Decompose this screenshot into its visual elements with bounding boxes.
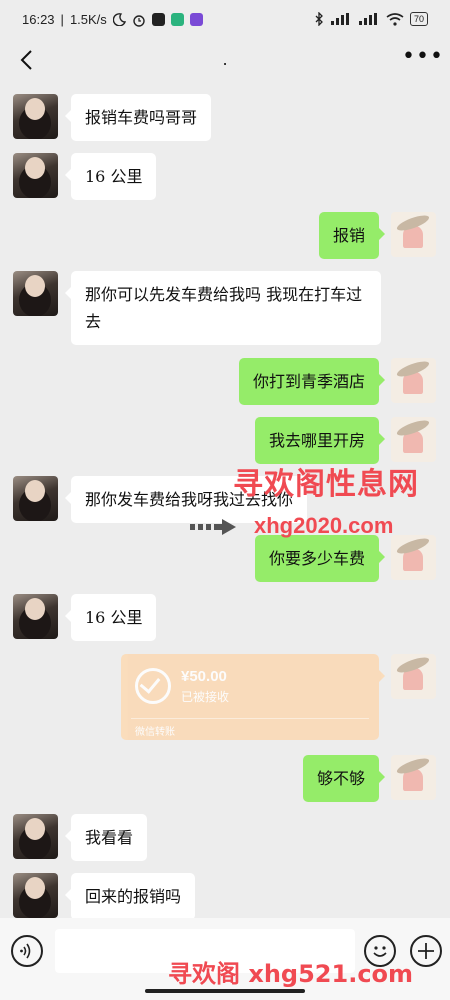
voice-icon[interactable] (11, 935, 43, 967)
more-icon[interactable]: ••• (402, 46, 443, 72)
my-avatar[interactable] (391, 212, 436, 257)
status-time: 16:23 (22, 12, 55, 27)
transfer-status: 已被接收 (181, 690, 230, 704)
divider (131, 718, 369, 719)
message-bubble[interactable]: 那你可以先发车费给我吗 我现在打车过去 (65, 271, 381, 345)
bluetooth-icon (315, 12, 323, 26)
contact-avatar[interactable] (13, 814, 58, 859)
message-bubble[interactable]: 你打到青季酒店 (238, 358, 386, 405)
app-notification-icon (170, 13, 184, 26)
status-left: 16:23 | 1.5K/s (22, 12, 203, 27)
my-avatar[interactable] (391, 417, 436, 462)
contact-avatar[interactable] (13, 594, 58, 639)
transfer-card[interactable]: ¥50.00 已被接收 微信转账 (121, 654, 385, 740)
message-bubble[interactable]: 16 公里 (64, 594, 157, 641)
message-bubble[interactable]: 报销车费吗哥哥 (64, 94, 212, 141)
watermark-text: 寻欢阁 xhg521.com (168, 960, 414, 988)
wifi-icon (386, 12, 404, 26)
status-right: 70 (314, 12, 428, 26)
my-avatar[interactable] (391, 654, 436, 699)
signal-icon (358, 13, 377, 25)
message-bubble[interactable]: 你要多少车费 (254, 535, 386, 582)
contact-avatar[interactable] (13, 94, 58, 139)
alarm-icon (133, 14, 145, 27)
home-indicator[interactable] (145, 989, 305, 993)
app-notification-icon (151, 13, 165, 26)
message-bubble[interactable]: 报销 (318, 212, 386, 259)
app-notification-icon (189, 13, 203, 26)
contact-avatar[interactable] (13, 476, 58, 521)
transfer-footer: 微信转账 (135, 727, 175, 738)
my-avatar[interactable] (391, 358, 436, 403)
status-separator: | (60, 12, 64, 27)
my-avatar[interactable] (391, 755, 436, 800)
moon-icon (112, 13, 126, 26)
message-bubble[interactable]: 我去哪里开房 (254, 417, 386, 464)
arrow-icon (190, 519, 236, 535)
watermark-text: 寻欢阁性息网 (233, 467, 419, 502)
nav-bar: . ••• (0, 40, 450, 84)
message-bubble[interactable]: 我看看 (64, 814, 148, 861)
my-avatar[interactable] (391, 535, 436, 580)
plus-icon[interactable] (410, 935, 442, 967)
watermark-text: xhg2020.com (254, 513, 394, 538)
message-bubble[interactable]: 够不够 (302, 755, 386, 802)
status-speed: 1.5K/s (69, 12, 107, 27)
contact-avatar[interactable] (13, 271, 58, 316)
message-bubble[interactable]: 16 公里 (64, 153, 157, 200)
status-bar: 16:23 | 1.5K/s 70 (0, 0, 450, 40)
contact-avatar[interactable] (13, 153, 58, 198)
message-bubble[interactable]: 回来的报销吗 (64, 873, 196, 920)
chat-title: . (222, 50, 228, 69)
battery-indicator: 70 (409, 12, 428, 26)
contact-avatar[interactable] (13, 873, 58, 918)
signal-icon (330, 13, 349, 25)
transfer-amount: ¥50.00 (181, 668, 227, 685)
